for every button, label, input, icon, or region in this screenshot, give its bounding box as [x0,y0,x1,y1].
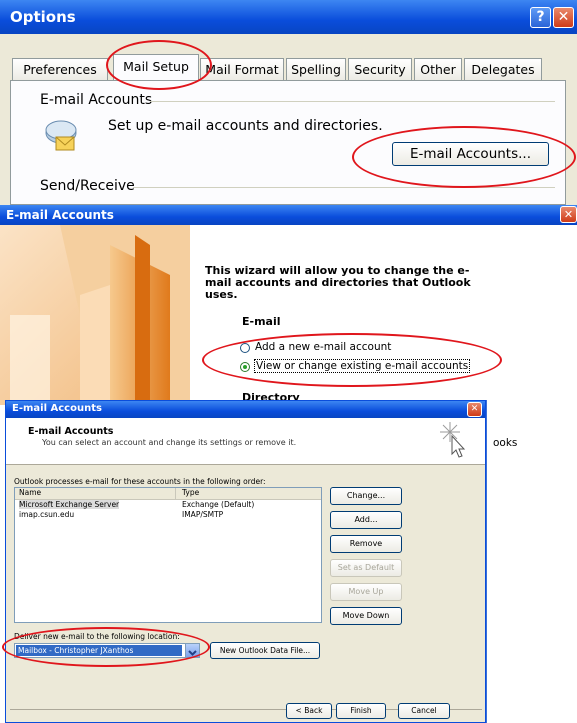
wizard-titlebar: E-mail Accounts [0,205,577,225]
tab-delegates[interactable]: Delegates [464,58,542,80]
accounts-window: E-mail Accounts ✕ E-mail Accounts You ca… [2,400,486,723]
wizard-email-heading: E-mail [242,315,281,328]
table-row[interactable]: Microsoft Exchange Server Exchange (Defa… [15,500,321,510]
account-list[interactable]: Name Type Microsoft Exchange Server Exch… [14,487,322,623]
accounts-header-title: E-mail Accounts [28,426,114,437]
options-titlebar: Options [0,0,577,34]
send-receive-divider [133,187,555,188]
new-data-file-button[interactable]: New Outlook Data File... [210,642,320,659]
move-up-button[interactable]: Move Up [330,583,402,601]
tab-other[interactable]: Other [414,58,462,80]
list-header-row [15,488,321,500]
back-button[interactable]: < Back [286,703,332,719]
email-accounts-icon [42,118,80,152]
accounts-header: E-mail Accounts You can select an accoun… [6,418,485,465]
tab-mail-format[interactable]: Mail Format [200,58,284,80]
set-as-default-button[interactable]: Set as Default [330,559,402,577]
table-row[interactable]: imap.csun.edu IMAP/SMTP [15,510,321,520]
row-name: Microsoft Exchange Server [19,500,120,509]
email-accounts-description: Set up e-mail accounts and directories. [108,118,383,134]
email-accounts-heading: E-mail Accounts [40,92,153,108]
radio-add-new-account[interactable] [240,343,250,353]
wizard-close-button[interactable]: ✕ [560,206,577,223]
change-button[interactable]: Change... [330,487,402,505]
radio-view-existing-accounts[interactable] [240,362,250,372]
deliver-label: Deliver new e-mail to the following loca… [14,632,180,641]
tab-spelling[interactable]: Spelling [286,58,346,80]
wizard-banner [0,225,190,405]
wizard-partial-text: ooks [493,437,518,449]
radio-view-label: View or change existing e-mail accounts [254,359,471,373]
radio-add-label: Add a new e-mail account [255,341,392,353]
heading-divider [150,101,555,102]
finish-button[interactable]: Finish [336,703,386,719]
order-label: Outlook processes e-mail for these accou… [14,477,266,486]
tab-mail-setup[interactable]: Mail Setup [113,54,199,81]
options-window: Options ? ✕ Preferences Mail Setup Mail … [0,0,577,205]
column-header-name[interactable]: Name [19,488,41,497]
row-type: Exchange (Default) [182,500,255,509]
options-title: Options [10,8,76,26]
row-type: IMAP/SMTP [182,510,224,519]
wizard-intro: This wizard will allow you to change the… [205,264,471,301]
accounts-header-subtitle: You can select an account and change its… [42,438,297,447]
sparkle-cursor-icon [438,420,468,460]
tab-preferences[interactable]: Preferences [12,58,108,80]
remove-button[interactable]: Remove [330,535,402,553]
wizard-resize-edge [486,400,487,723]
help-button[interactable]: ? [530,7,551,28]
cancel-button[interactable]: Cancel [398,703,450,719]
deliver-location-value: Mailbox - Christopher JXanthos [16,645,182,656]
chevron-down-icon[interactable] [185,644,199,657]
wizard-title: E-mail Accounts [6,208,114,222]
column-header-type[interactable]: Type [182,488,199,497]
column-divider [175,488,176,499]
row-name: imap.csun.edu [19,510,75,519]
accounts-titlebar: E-mail Accounts [6,401,485,418]
add-button[interactable]: Add... [330,511,402,529]
accounts-title: E-mail Accounts [12,403,102,414]
tab-security[interactable]: Security [348,58,412,80]
email-accounts-button[interactable]: E-mail Accounts... [392,142,549,166]
accounts-close-button[interactable]: ✕ [467,402,482,417]
send-receive-heading: Send/Receive [40,178,135,194]
deliver-location-select[interactable]: Mailbox - Christopher JXanthos [14,643,200,658]
move-down-button[interactable]: Move Down [330,607,402,625]
options-close-button[interactable]: ✕ [553,7,574,28]
